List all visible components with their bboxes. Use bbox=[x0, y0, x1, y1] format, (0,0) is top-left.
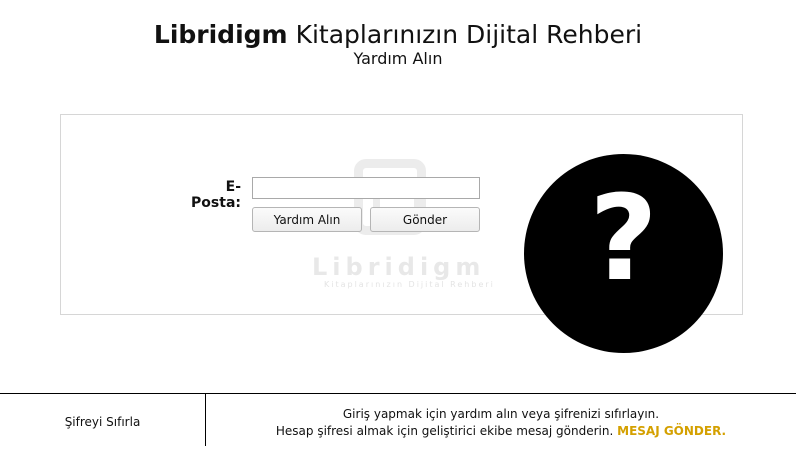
footer-line-2-text: Hesap şifresi almak için geliştirici eki… bbox=[275, 424, 614, 438]
title-tagline: Kitaplarınızın Dijital Rehberi bbox=[295, 20, 643, 49]
footer-line-1: Giriş yapmak için yardım alın veya şifre… bbox=[342, 407, 660, 421]
brand-name: Libridigm bbox=[153, 20, 288, 49]
question-mark-icon: ? bbox=[524, 154, 723, 353]
help-panel: Libridigm Kitaplarınızın Dijital Rehberi… bbox=[60, 114, 743, 353]
question-mark-symbol: ? bbox=[589, 169, 658, 307]
watermark-subtext: Kitaplarınızın Dijital Rehberi bbox=[324, 280, 495, 289]
watermark-text: Libridigm bbox=[312, 253, 486, 281]
send-message-link[interactable]: MESAJ GÖNDER. bbox=[617, 424, 726, 438]
page-title: Libridigm Kitaplarınızın Dijital Rehberi bbox=[0, 18, 796, 52]
get-help-button[interactable]: Yardım Alın bbox=[252, 207, 362, 232]
send-button[interactable]: Gönder bbox=[370, 207, 480, 232]
reset-password-link[interactable]: Şifreyi Sıfırla bbox=[0, 394, 206, 446]
footer: Şifreyi Sıfırla Giriş yapmak için yardım… bbox=[0, 393, 796, 446]
email-field[interactable] bbox=[252, 177, 480, 199]
email-label: E-Posta: bbox=[191, 179, 241, 211]
page-subtitle: Yardım Alın bbox=[353, 49, 443, 68]
footer-info: Giriş yapmak için yardım alın veya şifre… bbox=[206, 406, 796, 440]
page-header: Libridigm Kitaplarınızın Dijital Rehberi… bbox=[0, 18, 796, 68]
footer-line-2: Hesap şifresi almak için geliştirici eki… bbox=[206, 423, 796, 440]
